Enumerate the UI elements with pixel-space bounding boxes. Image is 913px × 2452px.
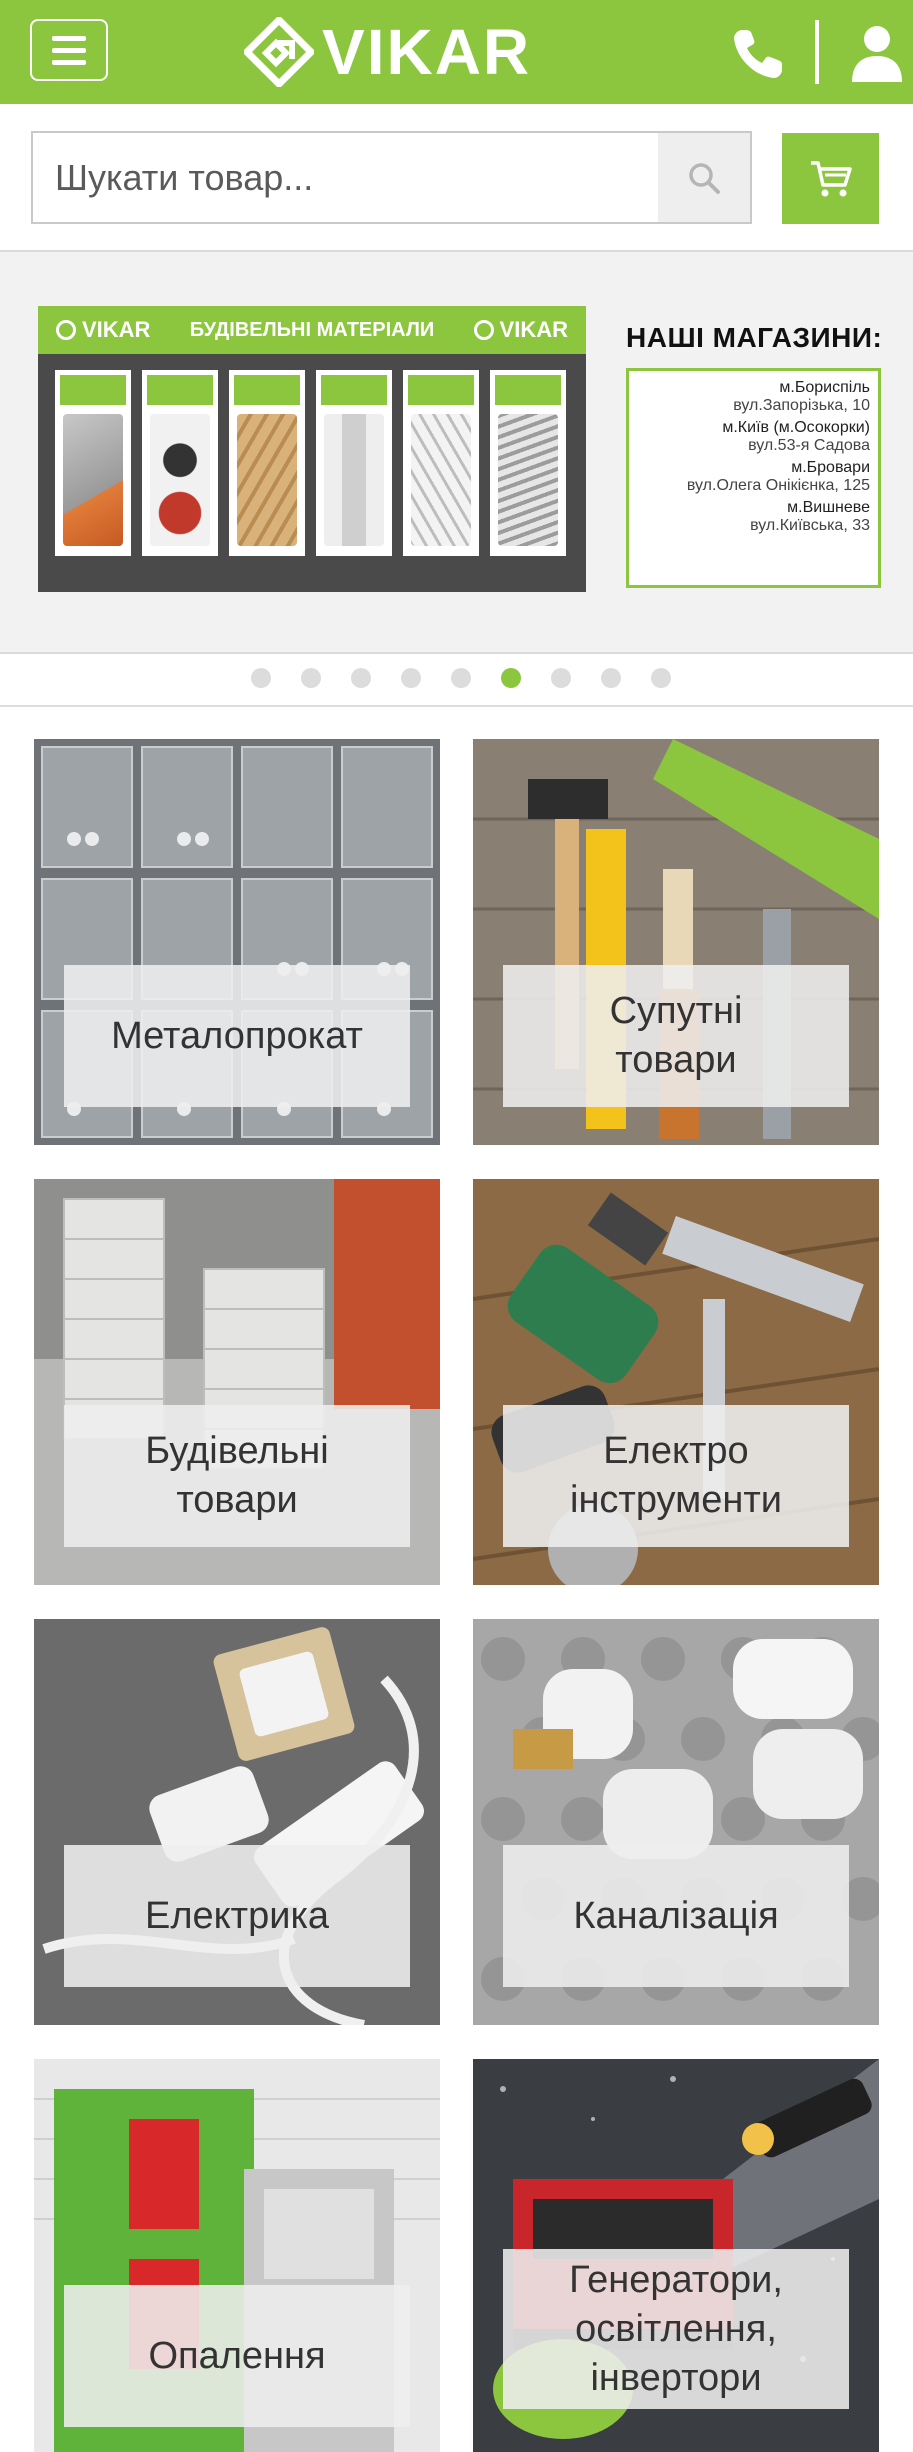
top-header: VIKAR: [0, 0, 913, 104]
user-icon[interactable]: [850, 24, 904, 82]
search-bar: [31, 131, 752, 224]
category-tile-generators[interactable]: Генератори, освітлення, інвертори: [473, 2059, 879, 2452]
slider-dots: [0, 668, 913, 690]
promo-banner-slider[interactable]: VIKAR БУДІВЕЛЬНІ МАТЕРІАЛИ VIKAR НАШІ МА…: [0, 250, 913, 654]
search-input[interactable]: [33, 133, 658, 222]
divider: [0, 705, 913, 707]
board-card: [403, 370, 479, 556]
slider-dot[interactable]: [350, 668, 371, 688]
slider-dot[interactable]: [250, 668, 271, 688]
vikar-logo-icon: [473, 320, 494, 340]
stores-list: м.Бориспіль вул.Запорізька, 10 м.Київ (м…: [626, 368, 881, 588]
header-divider: [815, 20, 819, 84]
category-tile-building[interactable]: Будівельні товари: [34, 1179, 440, 1585]
phone-icon[interactable]: [730, 26, 786, 82]
cart-button[interactable]: [782, 133, 879, 224]
category-tile-accessories[interactable]: Супутні товари: [473, 739, 879, 1145]
search-button[interactable]: [658, 133, 750, 222]
category-tile-power-tools[interactable]: Електро інструменти: [473, 1179, 879, 1585]
slider-dot[interactable]: [300, 668, 321, 688]
slider-dot[interactable]: [450, 668, 471, 688]
category-tile-metal[interactable]: Металопрокат: [34, 739, 440, 1145]
slider-dot[interactable]: [550, 668, 571, 688]
category-label: Генератори, освітлення, інвертори: [503, 2249, 849, 2409]
slider-dot[interactable]: [600, 668, 621, 688]
category-label: Каналізація: [503, 1845, 849, 1987]
category-label: Опалення: [64, 2285, 410, 2427]
category-label: Будівельні товари: [64, 1405, 410, 1547]
banner-board-image: VIKAR БУДІВЕЛЬНІ МАТЕРІАЛИ VIKAR: [38, 306, 586, 592]
category-label: Електро інструменти: [503, 1405, 849, 1547]
category-tile-sewerage[interactable]: Каналізація: [473, 1619, 879, 2025]
cart-icon: [810, 160, 852, 196]
stores-title: НАШІ МАГАЗИНИ:: [626, 322, 883, 353]
slider-dot[interactable]: [650, 668, 671, 688]
hamburger-menu-icon: [52, 35, 86, 41]
hamburger-menu-button[interactable]: [30, 19, 108, 81]
category-label: Металопрокат: [64, 965, 410, 1107]
banner-board-title: БУДІВЕЛЬНІ МАТЕРІАЛИ: [189, 318, 435, 341]
category-tile-electrics[interactable]: Електрика: [34, 1619, 440, 2025]
slider-dot[interactable]: [400, 668, 421, 688]
vikar-logo-icon: [244, 17, 314, 87]
store-entry: м.Київ (м.Осокорки) вул.53-я Садова: [722, 419, 870, 454]
vikar-logo-icon: [56, 320, 76, 340]
store-entry: м.Бровари вул.Олега Онікієнка, 125: [686, 459, 870, 494]
store-entry: м.Вишневе вул.Київська, 33: [750, 499, 870, 534]
board-card: [316, 370, 392, 556]
slider-dot-active[interactable]: [500, 668, 521, 688]
brand-name: VIKAR: [322, 16, 532, 88]
category-label: Супутні товари: [503, 965, 849, 1107]
board-card: [229, 370, 305, 556]
board-card: [142, 370, 218, 556]
category-label: Електрика: [64, 1845, 410, 1987]
category-tile-heating[interactable]: Опалення: [34, 2059, 440, 2452]
board-card: [55, 370, 131, 556]
search-icon: [689, 162, 720, 194]
store-entry: м.Бориспіль вул.Запорізька, 10: [733, 379, 870, 414]
board-card: [490, 370, 566, 556]
brand-logo[interactable]: VIKAR: [244, 16, 532, 88]
